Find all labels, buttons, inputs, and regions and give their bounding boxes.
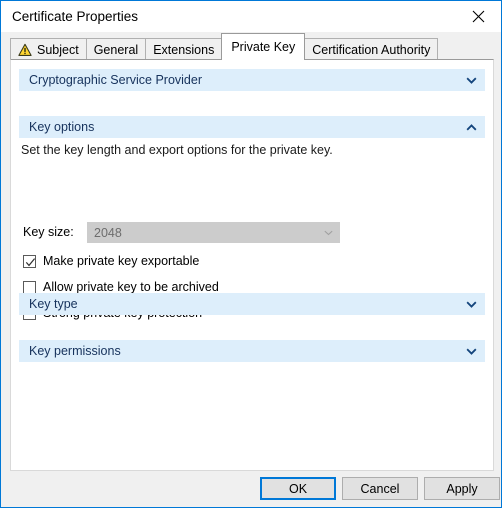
key-size-label: Key size: bbox=[23, 225, 74, 239]
chevron-down-icon bbox=[466, 299, 477, 310]
tab-extensions[interactable]: Extensions bbox=[145, 38, 223, 60]
tab-general[interactable]: General bbox=[85, 38, 147, 60]
tab-label: Certification Authority bbox=[312, 42, 431, 57]
checkbox-make-private-key-exportable[interactable]: Make private key exportable bbox=[23, 253, 199, 269]
ok-button[interactable]: OK bbox=[260, 477, 336, 500]
section-header-cryptographic-service-provider[interactable]: Cryptographic Service Provider bbox=[19, 69, 485, 91]
key-size-value: 2048 bbox=[94, 225, 122, 240]
tab-label: General bbox=[93, 42, 139, 57]
chevron-down-icon bbox=[466, 75, 477, 86]
section-title: Key options bbox=[29, 120, 95, 134]
close-icon bbox=[472, 10, 485, 23]
checkbox-box bbox=[23, 280, 36, 294]
tab-label: Private Key bbox=[231, 40, 296, 54]
checkbox-label: Allow private key to be archived bbox=[43, 280, 219, 294]
tab-private-key[interactable]: Private Key bbox=[221, 33, 306, 60]
warning-triangle-icon bbox=[18, 43, 32, 57]
section-title: Cryptographic Service Provider bbox=[29, 73, 202, 87]
section-header-key-permissions[interactable]: Key permissions bbox=[19, 340, 485, 362]
key-options-description: Set the key length and export options fo… bbox=[21, 143, 333, 157]
chevron-down-icon bbox=[466, 346, 477, 357]
section-header-key-options[interactable]: Key options bbox=[19, 116, 485, 138]
checkbox-label: Make private key exportable bbox=[43, 254, 200, 268]
tab-subject[interactable]: Subject bbox=[10, 38, 87, 60]
chevron-up-icon bbox=[466, 122, 477, 133]
certificate-properties-dialog: Certificate Properties Subject General E… bbox=[0, 0, 502, 508]
window-title: Certificate Properties bbox=[12, 9, 139, 24]
section-header-key-type[interactable]: Key type bbox=[19, 293, 485, 315]
private-key-panel: Cryptographic Service Provider Key optio… bbox=[10, 59, 494, 471]
section-title: Key permissions bbox=[29, 344, 121, 358]
tab-strip: Subject General Extensions Private Key C… bbox=[1, 32, 501, 60]
tab-label: Subject bbox=[37, 42, 79, 57]
title-bar: Certificate Properties bbox=[1, 1, 501, 32]
close-button[interactable] bbox=[456, 1, 501, 31]
checkbox-box bbox=[23, 254, 36, 268]
apply-button[interactable]: Apply bbox=[424, 477, 500, 500]
tab-label: Extensions bbox=[153, 42, 215, 57]
cancel-button[interactable]: Cancel bbox=[342, 477, 418, 500]
chevron-down-icon bbox=[317, 227, 339, 238]
checkmark-icon bbox=[25, 257, 36, 266]
tab-certification-authority[interactable]: Certification Authority bbox=[304, 38, 439, 60]
key-size-combobox[interactable]: 2048 bbox=[87, 222, 340, 243]
section-title: Key type bbox=[29, 297, 78, 311]
dialog-button-bar: OK Cancel Apply bbox=[1, 471, 501, 507]
